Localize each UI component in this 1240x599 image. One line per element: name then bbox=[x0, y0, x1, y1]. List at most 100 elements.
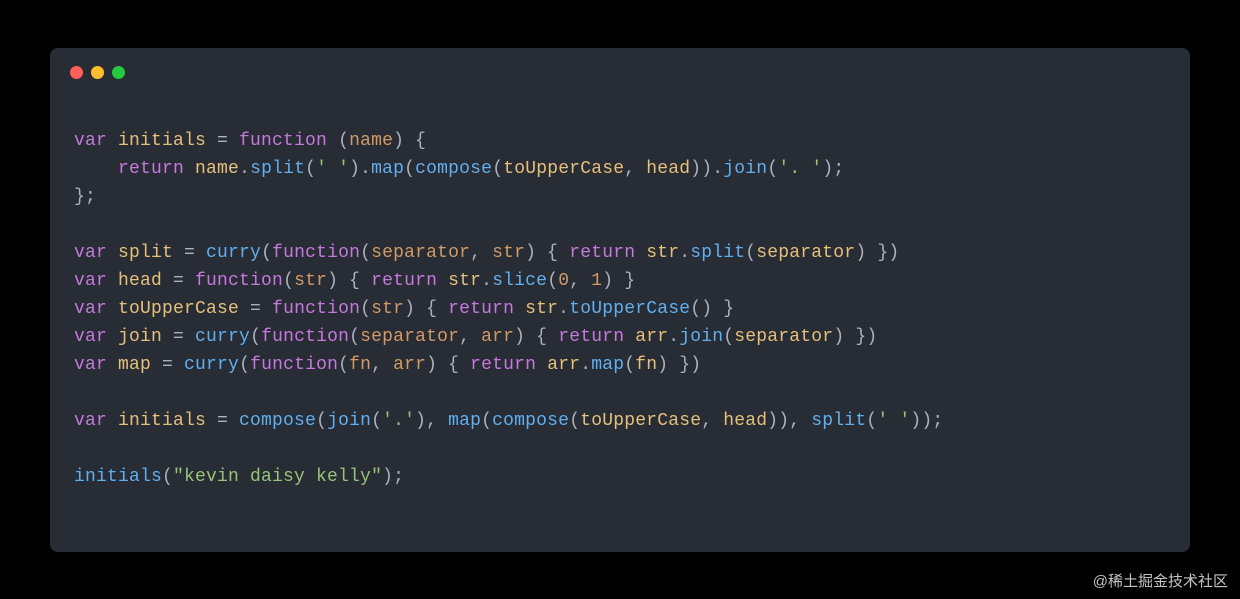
token-vn: split bbox=[118, 243, 173, 263]
token-pl: = bbox=[151, 355, 184, 375]
token-fnn: join bbox=[679, 327, 723, 347]
token-vn: fn bbox=[635, 355, 657, 375]
code-line bbox=[74, 211, 1166, 239]
token-pl: , bbox=[371, 355, 393, 375]
code-line bbox=[74, 491, 1166, 519]
token-pl: , bbox=[569, 271, 591, 291]
token-fnn: split bbox=[690, 243, 745, 263]
token-pl bbox=[437, 271, 448, 291]
token-pl: ( bbox=[371, 411, 382, 431]
close-icon[interactable] bbox=[70, 66, 83, 79]
token-kw: var bbox=[74, 299, 118, 319]
code-line bbox=[74, 99, 1166, 127]
code-line: var head = function(str) { return str.sl… bbox=[74, 267, 1166, 295]
token-num: 0 bbox=[558, 271, 569, 291]
token-pl: ( bbox=[349, 327, 360, 347]
token-pl: . bbox=[668, 327, 679, 347]
token-kw: var bbox=[74, 131, 118, 151]
token-pl: ( bbox=[360, 299, 371, 319]
zoom-icon[interactable] bbox=[112, 66, 125, 79]
token-vn: name bbox=[195, 159, 239, 179]
token-pl bbox=[74, 439, 85, 459]
token-pl: ( bbox=[866, 411, 877, 431]
token-str: ' ' bbox=[316, 159, 349, 179]
token-pl: ). bbox=[349, 159, 371, 179]
token-pl: )); bbox=[910, 411, 943, 431]
token-pl: }; bbox=[74, 187, 96, 207]
token-vn: initials bbox=[118, 411, 206, 431]
token-pl: ( bbox=[404, 159, 415, 179]
token-vn: str bbox=[646, 243, 679, 263]
token-pl: ( bbox=[547, 271, 558, 291]
token-fnn: curry bbox=[184, 355, 239, 375]
token-fnn: curry bbox=[206, 243, 261, 263]
token-pl: ) }) bbox=[855, 243, 899, 263]
token-pl bbox=[74, 383, 85, 403]
token-pn: separator bbox=[371, 243, 470, 263]
token-pl: ( bbox=[481, 411, 492, 431]
token-fnn: compose bbox=[492, 411, 569, 431]
token-fnn: map bbox=[591, 355, 624, 375]
token-pl: ( bbox=[360, 243, 371, 263]
token-pl: . bbox=[558, 299, 569, 319]
code-line: var toUpperCase = function(str) { return… bbox=[74, 295, 1166, 323]
token-pl: ); bbox=[822, 159, 844, 179]
token-pl bbox=[74, 103, 85, 123]
token-pl: ( bbox=[745, 243, 756, 263]
token-pl: = bbox=[162, 327, 195, 347]
minimize-icon[interactable] bbox=[91, 66, 104, 79]
token-vn: toUpperCase bbox=[580, 411, 701, 431]
token-fnn: split bbox=[811, 411, 866, 431]
token-kw: var bbox=[74, 327, 118, 347]
token-vn: join bbox=[118, 327, 162, 347]
token-pl: ( bbox=[261, 243, 272, 263]
token-kw: var bbox=[74, 243, 118, 263]
token-str: "kevin daisy kelly" bbox=[173, 467, 382, 487]
token-pl: , bbox=[624, 159, 646, 179]
token-vn: separator bbox=[756, 243, 855, 263]
token-pl: ( bbox=[767, 159, 778, 179]
token-vn: arr bbox=[635, 327, 668, 347]
code-line: var split = curry(function(separator, st… bbox=[74, 239, 1166, 267]
token-pl: ) { bbox=[525, 243, 569, 263]
token-kw: function bbox=[261, 327, 349, 347]
token-pl bbox=[74, 495, 85, 515]
token-pl bbox=[74, 215, 85, 235]
token-kw: var bbox=[74, 271, 118, 291]
token-pl: ( bbox=[305, 159, 316, 179]
token-kw: function bbox=[239, 131, 327, 151]
token-pn: str bbox=[371, 299, 404, 319]
code-line: var join = curry(function(separator, arr… bbox=[74, 323, 1166, 351]
token-pl: ) }) bbox=[833, 327, 877, 347]
token-pl: ) }) bbox=[657, 355, 701, 375]
token-pn: fn bbox=[349, 355, 371, 375]
token-fnn: initials bbox=[74, 467, 162, 487]
token-pl: , bbox=[470, 243, 492, 263]
token-pl: ( bbox=[338, 355, 349, 375]
token-kw: return bbox=[118, 159, 184, 179]
token-fnn: slice bbox=[492, 271, 547, 291]
token-pl: ( bbox=[239, 355, 250, 375]
token-pl bbox=[536, 355, 547, 375]
token-vn: toUpperCase bbox=[503, 159, 624, 179]
token-vn: str bbox=[525, 299, 558, 319]
token-pl: . bbox=[679, 243, 690, 263]
code-line: var map = curry(function(fn, arr) { retu… bbox=[74, 351, 1166, 379]
token-pl: ) { bbox=[514, 327, 558, 347]
token-pl: ) { bbox=[327, 271, 371, 291]
token-pl: = bbox=[206, 411, 239, 431]
token-kw: return bbox=[371, 271, 437, 291]
token-pl: ( bbox=[492, 159, 503, 179]
token-pl: ( bbox=[327, 131, 349, 151]
token-kw: return bbox=[558, 327, 624, 347]
token-pl: ( bbox=[723, 327, 734, 347]
token-pl: = bbox=[206, 131, 239, 151]
code-line: var initials = function (name) { bbox=[74, 127, 1166, 155]
token-fnn: toUpperCase bbox=[569, 299, 690, 319]
token-str: '. ' bbox=[778, 159, 822, 179]
token-vn: initials bbox=[118, 131, 206, 151]
token-kw: function bbox=[272, 299, 360, 319]
token-kw: function bbox=[250, 355, 338, 375]
token-fnn: compose bbox=[239, 411, 316, 431]
token-vn: separator bbox=[734, 327, 833, 347]
